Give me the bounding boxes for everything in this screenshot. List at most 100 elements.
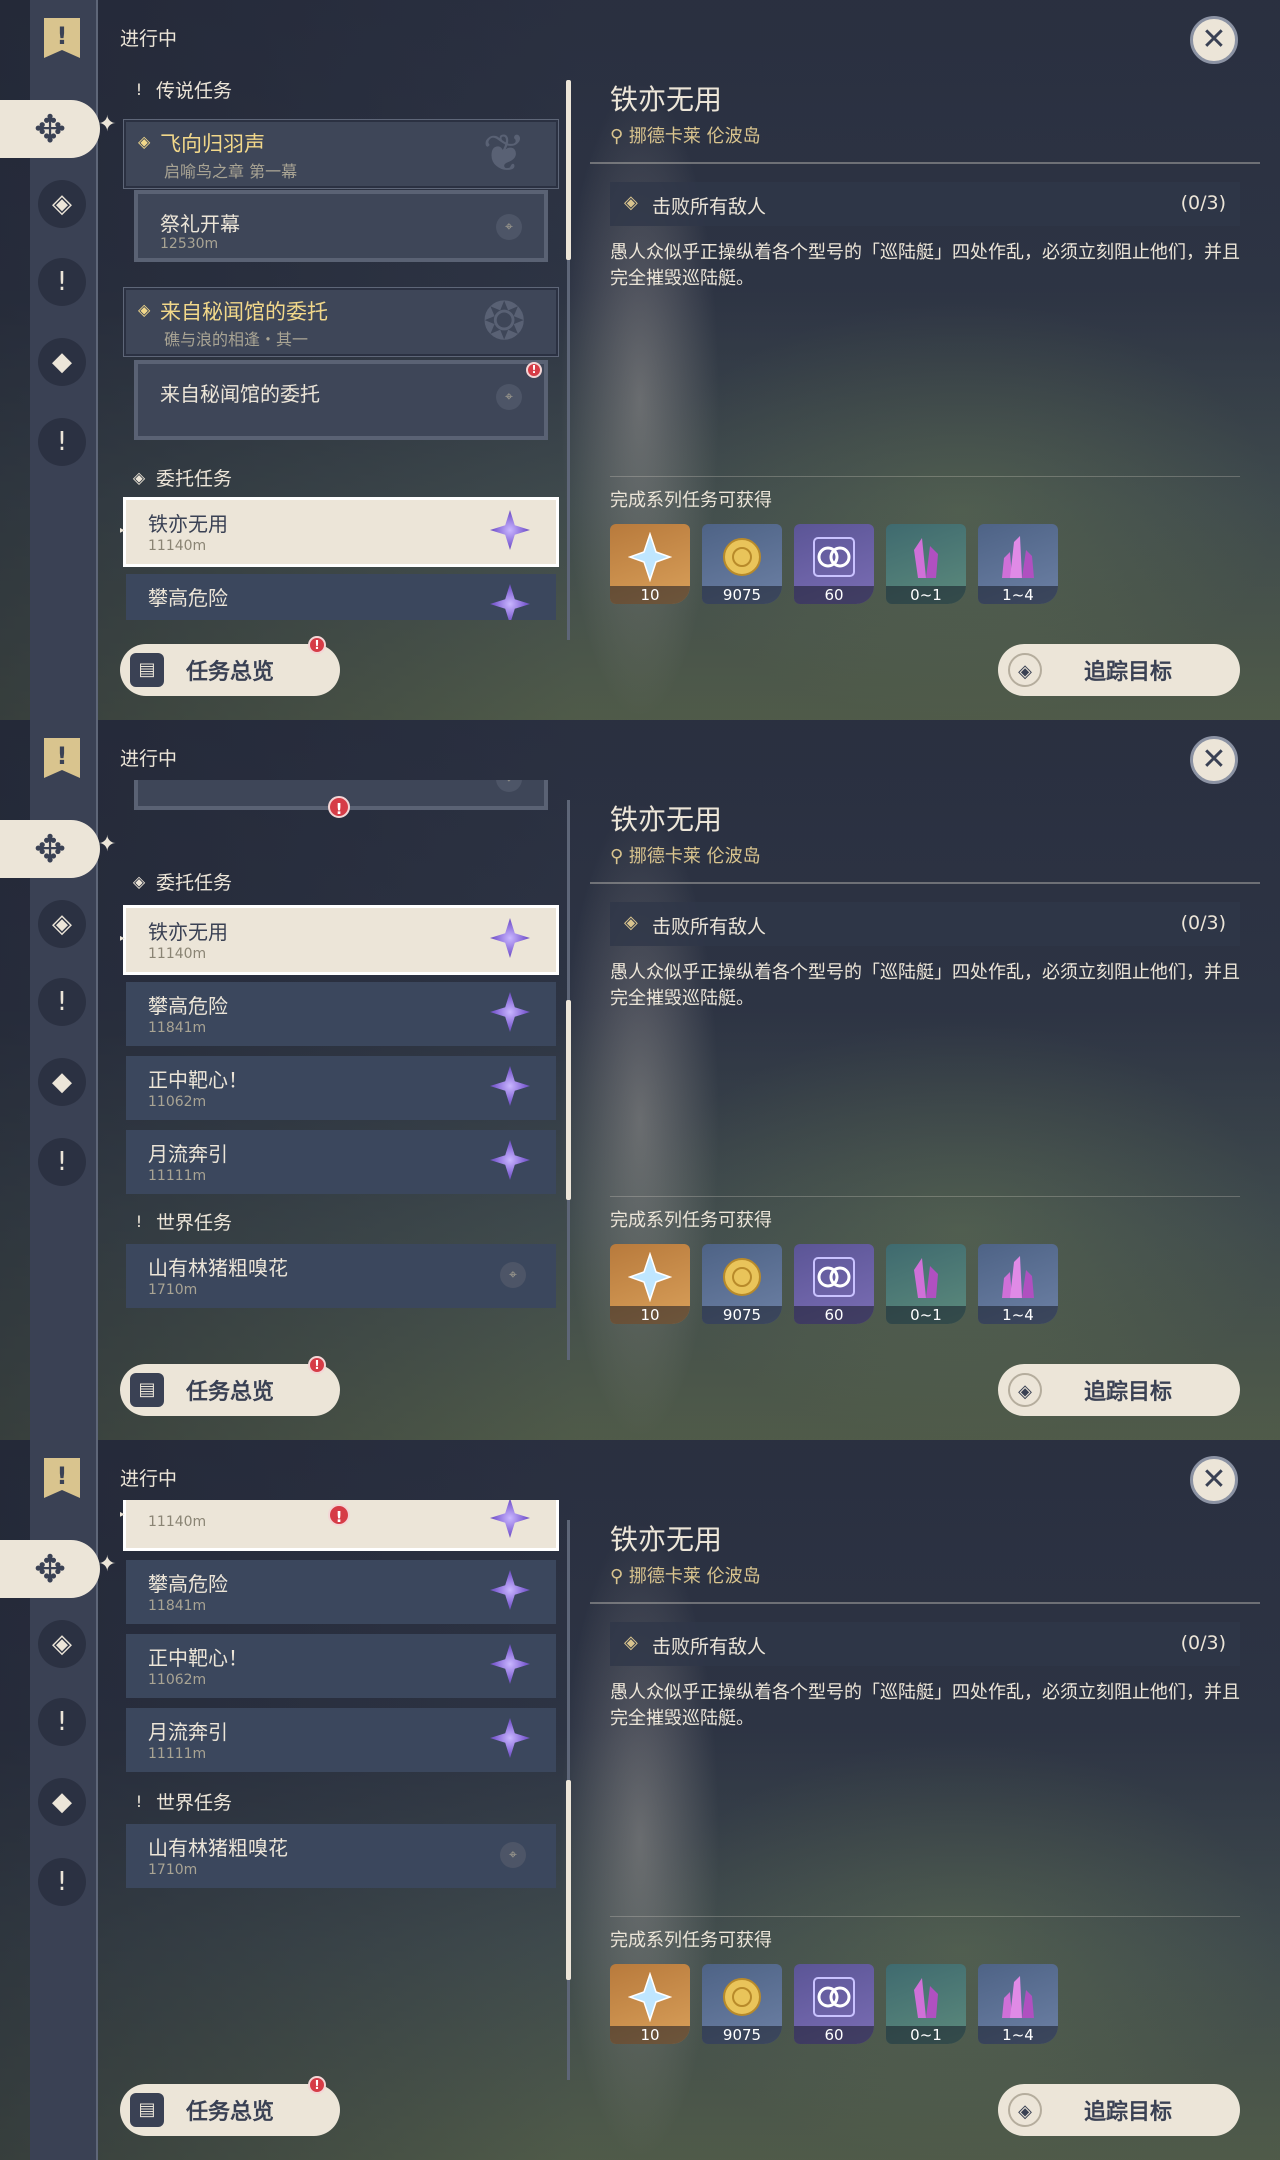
reward-crystal-cluster[interactable]: 1~4	[978, 1244, 1058, 1324]
commission-star-icon	[490, 1718, 530, 1758]
reward-crystal-cluster[interactable]: 1~4	[978, 1964, 1058, 2044]
quest-flag-icon[interactable]: !	[44, 738, 80, 778]
world-quest-icon[interactable]: !	[38, 978, 86, 1026]
quest-flag-icon[interactable]: !	[44, 18, 80, 58]
rewards-row: 10 9075 60 0~1 1~4	[610, 1964, 1058, 2044]
quest-flag-icon[interactable]: !	[44, 1458, 80, 1498]
mora-icon	[723, 538, 761, 576]
reward-mora[interactable]: 9075	[702, 524, 782, 604]
track-target-button[interactable]: ◈ 追踪目标	[998, 1364, 1240, 1416]
overview-alert-badge: !	[308, 2076, 326, 2094]
map-pin-icon[interactable]: ⌖	[500, 1262, 526, 1288]
world-quest-item[interactable]: 山有林猪粗嗅花 1710m ⌖	[126, 1824, 556, 1888]
commission-item[interactable]: 攀高危险	[126, 574, 556, 620]
commission-star-icon	[490, 1066, 530, 1106]
quest-description: 愚人众似乎正操纵着各个型号的「巡陆艇」四处作乱，必须立刻阻止他们，并且完全摧毁巡…	[610, 242, 1240, 289]
reward-primogem[interactable]: 10	[610, 1244, 690, 1324]
crystal-cluster-icon	[1002, 536, 1034, 578]
crystal-cluster-icon	[1002, 1976, 1034, 2018]
map-pin-icon[interactable]: ⌖	[496, 384, 522, 410]
reward-crystal[interactable]: 0~1	[886, 1244, 966, 1324]
divider	[590, 882, 1260, 884]
commission-item[interactable]: 攀高危险 11841m	[126, 982, 556, 1046]
reward-friendship[interactable]: 60	[794, 1964, 874, 2044]
quest-description: 愚人众似乎正操纵着各个型号的「巡陆艇」四处作乱，必须立刻阻止他们，并且完全摧毁巡…	[610, 962, 1240, 1009]
quest-overview-button[interactable]: ▤ 任务总览	[120, 1364, 340, 1416]
commission-item[interactable]: 月流奔引 11111m	[126, 1708, 556, 1772]
quest-overview-button[interactable]: ▤ 任务总览	[120, 2084, 340, 2136]
rail-tab-all-active[interactable]: ✥	[0, 820, 100, 878]
overview-alert-badge: !	[308, 636, 326, 654]
scrollbar-thumb[interactable]	[566, 1000, 571, 1200]
legend-chapter-2[interactable]: ◈ 来自秘闻馆的委托 礁与浪的相逢・其一 ❂	[123, 287, 559, 357]
event-quest-icon[interactable]: !	[38, 418, 86, 466]
reward-friendship[interactable]: 60	[794, 524, 874, 604]
map-pin-icon[interactable]: ⌖	[496, 780, 522, 792]
commission-icon[interactable]: ◆	[38, 1058, 86, 1106]
track-diamond-icon: ◈	[1008, 2093, 1042, 2127]
rail-tab-all-active[interactable]: ✥	[0, 100, 100, 158]
book-icon: ▤	[130, 1373, 164, 1407]
objective-diamond-icon: ◈	[624, 192, 638, 213]
exclamation-icon: !	[135, 1792, 143, 1811]
legend-quest-icon[interactable]: ◈	[38, 1620, 86, 1668]
commission-item[interactable]: 月流奔引 11111m	[126, 1130, 556, 1194]
reward-crystal[interactable]: 0~1	[886, 1964, 966, 2044]
world-quest-icon[interactable]: !	[38, 258, 86, 306]
divider	[610, 1916, 1240, 1917]
objective-row: ◈ 击败所有敌人 (0/3)	[610, 1622, 1240, 1666]
primogem-icon	[628, 1972, 672, 2022]
commission-icon[interactable]: ◆	[38, 1778, 86, 1826]
reward-crystal[interactable]: 0~1	[886, 524, 966, 604]
divider	[590, 162, 1260, 164]
quest-overview-button[interactable]: ▤ 任务总览	[120, 644, 340, 696]
track-diamond-icon: ◈	[1008, 653, 1042, 687]
commission-item[interactable]: 正中靶心！ 11062m	[126, 1056, 556, 1120]
reward-primogem[interactable]: 10	[610, 524, 690, 604]
legend-chapter-1[interactable]: ◈ 飞向归羽声 启喻鸟之章 第一幕 ❦	[123, 119, 559, 189]
commission-star-icon	[490, 1570, 530, 1610]
commission-star-icon	[490, 1644, 530, 1684]
event-quest-icon[interactable]: !	[38, 1858, 86, 1906]
commission-diamond-icon: ◈	[132, 468, 146, 487]
map-pin-icon[interactable]: ⌖	[500, 1842, 526, 1868]
primogem-icon	[628, 1252, 672, 1302]
legend-quest-2[interactable]: 来自秘闻馆的委托 ⌖	[134, 360, 548, 440]
overview-alert-badge: !	[308, 1356, 326, 1374]
commission-item-selected[interactable]: ▶ 铁亦无用 11140m	[120, 497, 559, 567]
commission-star-icon	[490, 992, 530, 1032]
legend-quest-icon[interactable]: ◈	[38, 180, 86, 228]
close-button[interactable]: ✕	[1190, 736, 1238, 784]
track-target-button[interactable]: ◈ 追踪目标	[998, 2084, 1240, 2136]
commission-item-selected[interactable]: ▶ 铁亦无用 11140m	[120, 905, 559, 975]
commission-diamond-icon: ◈	[132, 872, 146, 891]
commission-star-icon	[490, 918, 530, 958]
reward-friendship[interactable]: 60	[794, 1244, 874, 1324]
reward-crystal-cluster[interactable]: 1~4	[978, 524, 1058, 604]
rail-tab-all-active[interactable]: ✥	[0, 1540, 100, 1598]
commission-star-icon	[490, 1500, 530, 1538]
reward-mora[interactable]: 9075	[702, 1244, 782, 1324]
friendship-icon	[813, 1977, 855, 2017]
close-button[interactable]: ✕	[1190, 1456, 1238, 1504]
track-target-button[interactable]: ◈ 追踪目标	[998, 644, 1240, 696]
event-quest-icon[interactable]: !	[38, 1138, 86, 1186]
alert-badge: !	[526, 362, 542, 378]
section-commission: ◈ 委托任务	[130, 464, 232, 491]
legend-quest-icon[interactable]: ◈	[38, 900, 86, 948]
commission-item[interactable]: 正中靶心！ 11062m	[126, 1634, 556, 1698]
close-button[interactable]: ✕	[1190, 16, 1238, 64]
scrollbar-thumb[interactable]	[566, 80, 571, 260]
reward-primogem[interactable]: 10	[610, 1964, 690, 2044]
commission-icon[interactable]: ◆	[38, 338, 86, 386]
legend-quest-1[interactable]: 祭礼开幕 12530m ⌖	[134, 190, 548, 262]
map-pin-icon[interactable]: ⌖	[496, 214, 522, 240]
scrollbar-thumb[interactable]	[566, 1780, 571, 1980]
world-quest-item[interactable]: 山有林猪粗嗅花 1710m ⌖	[126, 1244, 556, 1308]
bird-emblem-icon: ❦	[482, 124, 526, 184]
commission-item[interactable]: 攀高危险 11841m	[126, 1560, 556, 1624]
alert-badge: !	[328, 1504, 350, 1526]
reward-mora[interactable]: 9075	[702, 1964, 782, 2044]
world-quest-icon[interactable]: !	[38, 1698, 86, 1746]
section-world: ! 世界任务	[130, 1208, 232, 1235]
